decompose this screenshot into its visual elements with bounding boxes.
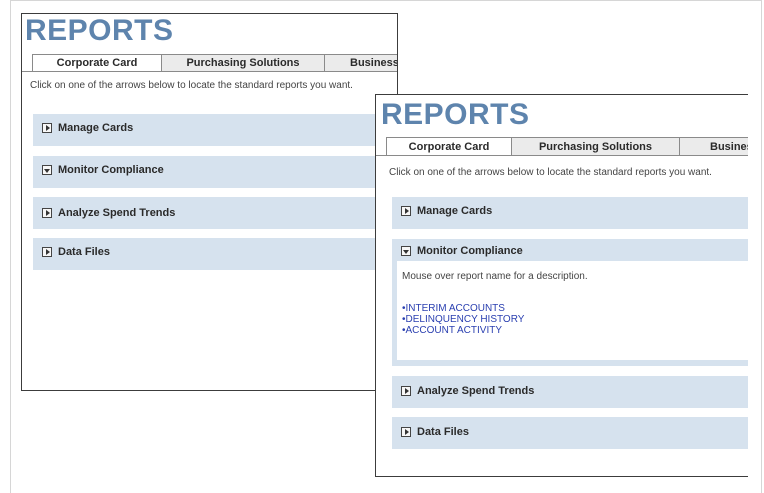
collapse-arrow-icon[interactable] bbox=[42, 165, 52, 175]
compliance-report-panel: Mouse over report name for a description… bbox=[397, 261, 748, 360]
instructions-text: Click on one of the arrows below to loca… bbox=[389, 167, 712, 178]
report-link-interim-accounts[interactable]: •INTERIM ACCOUNTS bbox=[402, 303, 505, 314]
collapse-arrow-icon[interactable] bbox=[401, 246, 411, 256]
report-link-delinquency-history[interactable]: •DELINQUENCY HISTORY bbox=[402, 314, 524, 325]
tab-business[interactable]: Business bbox=[680, 137, 748, 156]
expand-arrow-icon[interactable] bbox=[401, 386, 411, 396]
section-analyze-spend-trends[interactable]: Analyze Spend Trends bbox=[33, 197, 397, 229]
tab-bar: Corporate Card Purchasing Solutions Busi… bbox=[32, 54, 397, 72]
tab-corporate-card[interactable]: Corporate Card bbox=[32, 54, 162, 72]
section-label: Analyze Spend Trends bbox=[58, 207, 176, 219]
section-label: Monitor Compliance bbox=[58, 164, 164, 176]
report-link-account-activity[interactable]: •ACCOUNT ACTIVITY bbox=[402, 325, 502, 336]
section-label: Manage Cards bbox=[417, 205, 493, 217]
tab-bar: Corporate Card Purchasing Solutions Busi… bbox=[386, 137, 748, 156]
reports-window-expanded: REPORTS Corporate Card Purchasing Soluti… bbox=[375, 94, 748, 477]
expand-arrow-icon[interactable] bbox=[42, 208, 52, 218]
section-monitor-compliance-expanded: Monitor Compliance Mouse over report nam… bbox=[392, 239, 748, 366]
expand-arrow-icon[interactable] bbox=[401, 206, 411, 216]
section-label: Manage Cards bbox=[58, 122, 134, 134]
page-title: REPORTS bbox=[25, 14, 174, 47]
tab-purchasing-solutions[interactable]: Purchasing Solutions bbox=[162, 54, 325, 72]
section-analyze-spend-trends[interactable]: Analyze Spend Trends bbox=[392, 376, 748, 408]
tab-business[interactable]: Business bbox=[325, 54, 397, 72]
expand-arrow-icon[interactable] bbox=[401, 427, 411, 437]
section-label: Monitor Compliance bbox=[417, 245, 523, 257]
expand-arrow-icon[interactable] bbox=[42, 123, 52, 133]
tab-corporate-card[interactable]: Corporate Card bbox=[386, 137, 512, 156]
reports-window-collapsed: REPORTS Corporate Card Purchasing Soluti… bbox=[21, 13, 398, 391]
tab-underline bbox=[376, 155, 748, 156]
report-description-hint: Mouse over report name for a description… bbox=[402, 271, 588, 282]
section-monitor-compliance[interactable]: Monitor Compliance bbox=[33, 156, 397, 188]
section-manage-cards[interactable]: Manage Cards bbox=[392, 197, 748, 229]
section-data-files[interactable]: Data Files bbox=[33, 238, 397, 270]
section-label: Data Files bbox=[417, 426, 469, 438]
section-data-files[interactable]: Data Files bbox=[392, 417, 748, 449]
section-label: Data Files bbox=[58, 246, 110, 258]
tab-purchasing-solutions[interactable]: Purchasing Solutions bbox=[512, 137, 680, 156]
section-label: Analyze Spend Trends bbox=[417, 385, 535, 397]
section-manage-cards[interactable]: Manage Cards bbox=[33, 114, 397, 146]
expand-arrow-icon[interactable] bbox=[42, 247, 52, 257]
instructions-text: Click on one of the arrows below to loca… bbox=[30, 80, 353, 91]
page-title: REPORTS bbox=[381, 98, 530, 131]
tab-underline bbox=[22, 71, 397, 72]
